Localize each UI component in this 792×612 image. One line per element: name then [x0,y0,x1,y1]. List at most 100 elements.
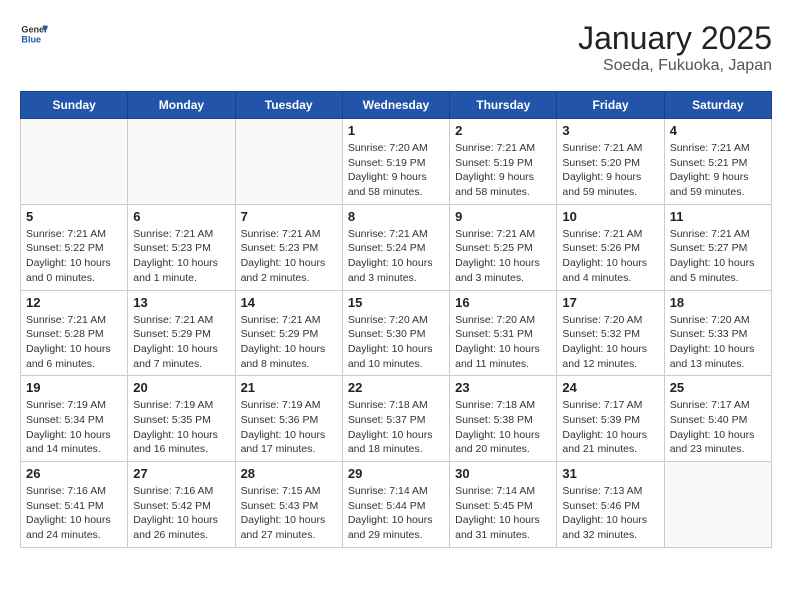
day-number: 23 [455,380,551,395]
day-number: 13 [133,295,229,310]
table-row: 13 Sunrise: 7:21 AM Sunset: 5:29 PM Dayli… [128,290,235,376]
table-row: 16Sunrise: 7:20 AM Sunset: 5:31 PM Dayli… [450,290,557,376]
day-info: Sunrise: 7:21 AM Sunset: 5:29 PM Dayligh… [241,313,337,372]
day-number: 19 [26,380,122,395]
table-row: 23 Sunrise: 7:18 AM Sunset: 5:38 PM Dayli… [450,376,557,462]
logo-icon: General Blue [20,20,48,48]
calendar-week-row: 5Sunrise: 7:21 AM Sunset: 5:22 PM Daylig… [21,204,772,290]
table-row: 11Sunrise: 7:21 AM Sunset: 5:27 PM Dayli… [664,204,771,290]
day-number: 21 [241,380,337,395]
col-tuesday: Tuesday [235,92,342,119]
day-number: 31 [562,466,658,481]
day-info: Sunrise: 7:14 AM Sunset: 5:44 PM Dayligh… [348,484,444,543]
day-number: 3 [562,123,658,138]
table-row [664,462,771,548]
day-number: 25 [670,380,766,395]
table-row: 3 Sunrise: 7:21 AM Sunset: 5:20 PM Daylig… [557,119,664,205]
table-row: 1 Sunrise: 7:20 AM Sunset: 5:19 PM Daylig… [342,119,449,205]
col-friday: Friday [557,92,664,119]
table-row: 6 Sunrise: 7:21 AM Sunset: 5:23 PM Daylig… [128,204,235,290]
day-number: 29 [348,466,444,481]
table-row: 18 Sunrise: 7:20 AM Sunset: 5:33 PM Dayli… [664,290,771,376]
day-info: Sunrise: 7:21 AM Sunset: 5:23 PM Dayligh… [241,227,337,286]
day-info: Sunrise: 7:18 AM Sunset: 5:37 PM Dayligh… [348,398,444,457]
calendar-week-row: 19 Sunrise: 7:19 AM Sunset: 5:34 PM Dayli… [21,376,772,462]
day-number: 18 [670,295,766,310]
table-row: 7 Sunrise: 7:21 AM Sunset: 5:23 PM Daylig… [235,204,342,290]
table-row: 17 Sunrise: 7:20 AM Sunset: 5:32 PM Dayli… [557,290,664,376]
col-thursday: Thursday [450,92,557,119]
table-row [21,119,128,205]
day-info: Sunrise: 7:21 AM Sunset: 5:28 PM Dayligh… [26,313,122,372]
day-info: Sunrise: 7:20 AM Sunset: 5:33 PM Dayligh… [670,313,766,372]
day-info: Sunrise: 7:20 AM Sunset: 5:19 PM Dayligh… [348,141,444,200]
day-number: 27 [133,466,229,481]
day-info: Sunrise: 7:21 AM Sunset: 5:19 PM Dayligh… [455,141,551,200]
table-row: 8 Sunrise: 7:21 AM Sunset: 5:24 PM Daylig… [342,204,449,290]
day-number: 30 [455,466,551,481]
day-info: Sunrise: 7:21 AM Sunset: 5:24 PM Dayligh… [348,227,444,286]
day-info: Sunrise: 7:21 AM Sunset: 5:22 PM Dayligh… [26,227,122,286]
table-row: 4 Sunrise: 7:21 AM Sunset: 5:21 PM Daylig… [664,119,771,205]
table-row: 31 Sunrise: 7:13 AM Sunset: 5:46 PM Dayli… [557,462,664,548]
day-number: 22 [348,380,444,395]
table-row: 5Sunrise: 7:21 AM Sunset: 5:22 PM Daylig… [21,204,128,290]
table-row: 27Sunrise: 7:16 AM Sunset: 5:42 PM Dayli… [128,462,235,548]
table-row: 21Sunrise: 7:19 AM Sunset: 5:36 PM Dayli… [235,376,342,462]
table-row: 28 Sunrise: 7:15 AM Sunset: 5:43 PM Dayli… [235,462,342,548]
day-number: 24 [562,380,658,395]
day-info: Sunrise: 7:19 AM Sunset: 5:34 PM Dayligh… [26,398,122,457]
day-number: 11 [670,209,766,224]
day-info: Sunrise: 7:21 AM Sunset: 5:25 PM Dayligh… [455,227,551,286]
calendar-subtitle: Soeda, Fukuoka, Japan [578,57,772,75]
table-row: 26 Sunrise: 7:16 AM Sunset: 5:41 PM Dayli… [21,462,128,548]
calendar-week-row: 26 Sunrise: 7:16 AM Sunset: 5:41 PM Dayli… [21,462,772,548]
calendar-title: January 2025 [578,20,772,57]
table-row: 22 Sunrise: 7:18 AM Sunset: 5:37 PM Dayli… [342,376,449,462]
day-number: 2 [455,123,551,138]
day-number: 28 [241,466,337,481]
table-row: 30Sunrise: 7:14 AM Sunset: 5:45 PM Dayli… [450,462,557,548]
day-info: Sunrise: 7:21 AM Sunset: 5:23 PM Dayligh… [133,227,229,286]
day-number: 6 [133,209,229,224]
day-number: 26 [26,466,122,481]
day-number: 1 [348,123,444,138]
table-row: 15Sunrise: 7:20 AM Sunset: 5:30 PM Dayli… [342,290,449,376]
day-info: Sunrise: 7:21 AM Sunset: 5:26 PM Dayligh… [562,227,658,286]
table-row [235,119,342,205]
table-row: 9 Sunrise: 7:21 AM Sunset: 5:25 PM Daylig… [450,204,557,290]
day-info: Sunrise: 7:21 AM Sunset: 5:21 PM Dayligh… [670,141,766,200]
calendar-header-row: Sunday Monday Tuesday Wednesday Thursday… [21,92,772,119]
table-row: 12Sunrise: 7:21 AM Sunset: 5:28 PM Dayli… [21,290,128,376]
svg-text:Blue: Blue [21,34,41,44]
day-info: Sunrise: 7:16 AM Sunset: 5:41 PM Dayligh… [26,484,122,543]
day-info: Sunrise: 7:20 AM Sunset: 5:32 PM Dayligh… [562,313,658,372]
calendar-week-row: 12Sunrise: 7:21 AM Sunset: 5:28 PM Dayli… [21,290,772,376]
day-number: 14 [241,295,337,310]
day-info: Sunrise: 7:18 AM Sunset: 5:38 PM Dayligh… [455,398,551,457]
calendar-week-row: 1 Sunrise: 7:20 AM Sunset: 5:19 PM Daylig… [21,119,772,205]
table-row: 29 Sunrise: 7:14 AM Sunset: 5:44 PM Dayli… [342,462,449,548]
day-number: 9 [455,209,551,224]
day-info: Sunrise: 7:21 AM Sunset: 5:29 PM Dayligh… [133,313,229,372]
table-row: 14 Sunrise: 7:21 AM Sunset: 5:29 PM Dayli… [235,290,342,376]
col-sunday: Sunday [21,92,128,119]
col-saturday: Saturday [664,92,771,119]
day-info: Sunrise: 7:15 AM Sunset: 5:43 PM Dayligh… [241,484,337,543]
table-row: 19 Sunrise: 7:19 AM Sunset: 5:34 PM Dayli… [21,376,128,462]
day-number: 7 [241,209,337,224]
table-row: 24Sunrise: 7:17 AM Sunset: 5:39 PM Dayli… [557,376,664,462]
table-row: 25 Sunrise: 7:17 AM Sunset: 5:40 PM Dayli… [664,376,771,462]
day-number: 8 [348,209,444,224]
table-row: 20Sunrise: 7:19 AM Sunset: 5:35 PM Dayli… [128,376,235,462]
day-number: 4 [670,123,766,138]
day-info: Sunrise: 7:17 AM Sunset: 5:40 PM Dayligh… [670,398,766,457]
page-header: General Blue January 2025 Soeda, Fukuoka… [20,20,772,75]
day-number: 17 [562,295,658,310]
col-monday: Monday [128,92,235,119]
day-info: Sunrise: 7:19 AM Sunset: 5:35 PM Dayligh… [133,398,229,457]
day-number: 15 [348,295,444,310]
title-block: January 2025 Soeda, Fukuoka, Japan [578,20,772,75]
day-info: Sunrise: 7:13 AM Sunset: 5:46 PM Dayligh… [562,484,658,543]
day-info: Sunrise: 7:21 AM Sunset: 5:20 PM Dayligh… [562,141,658,200]
